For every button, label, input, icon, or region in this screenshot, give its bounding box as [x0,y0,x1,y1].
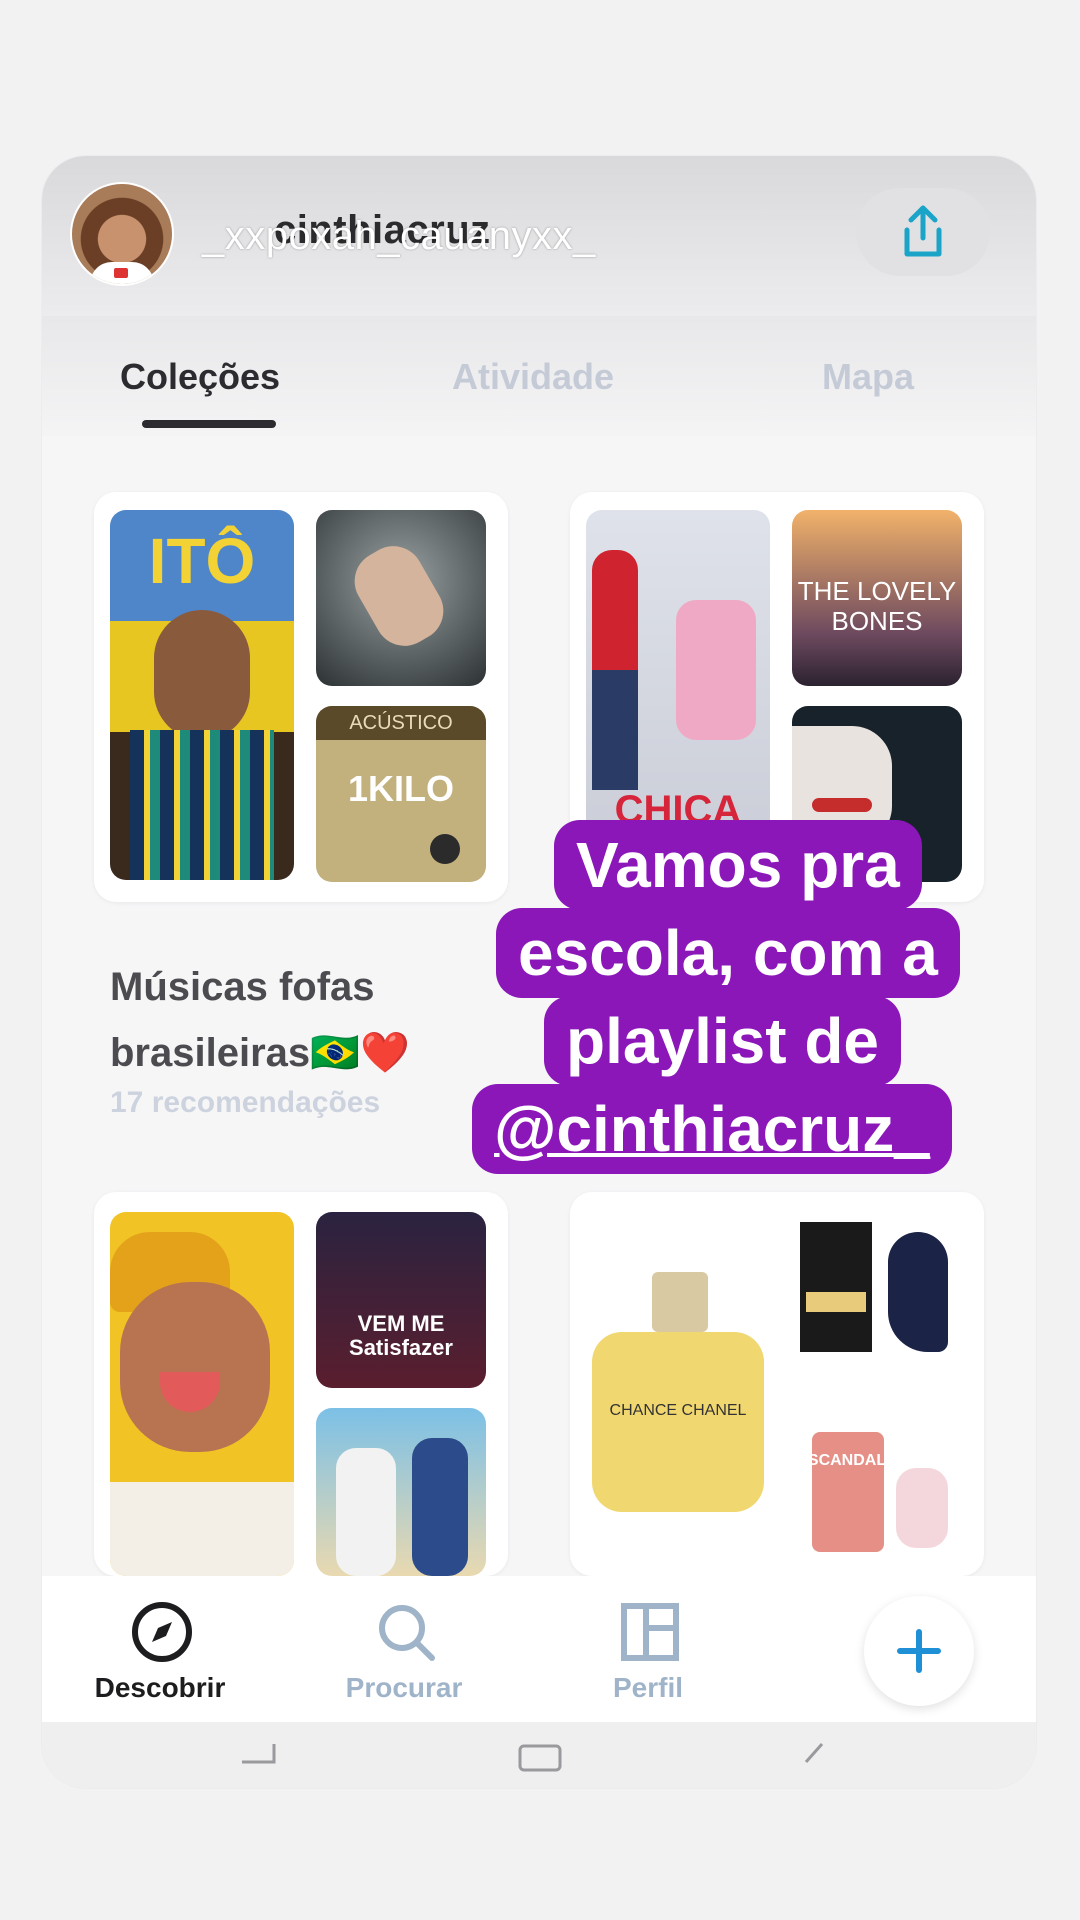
share-icon [904,205,942,257]
back-icon[interactable] [792,1740,832,1770]
sticker-line-3: playlist de [544,996,901,1086]
recent-apps-icon[interactable] [238,1742,278,1772]
tab-colecoes[interactable]: Coleções [120,356,280,398]
tab-atividade[interactable]: Atividade [452,356,614,398]
add-button[interactable] [864,1596,974,1706]
collection-cover-main [110,1212,294,1576]
sticker-line-1: Vamos pra [554,820,922,910]
collection-cover-2: THE LOVELY BONES [792,510,962,686]
system-navigation-bar [42,1722,1036,1788]
collection-cover-main: ITÔ [110,510,294,880]
collection-cover-main: CHANCE CHANEL [586,1212,770,1576]
sticker-line-2: escola, com a [496,908,960,998]
collection-card-3[interactable]: VEM ME Satisfazer [94,1192,508,1576]
plus-icon [897,1629,941,1673]
collection-count: 17 recomendações [110,1086,381,1119]
collection-card-musicas[interactable]: ITÔ ACÚSTICO 1KILO [94,492,508,902]
layout-icon [621,1603,679,1661]
collection-cover-3: SCANDAL [792,1408,962,1576]
collection-title[interactable]: Músicas fofas brasileiras🇧🇷❤️ [110,954,470,1086]
compass-icon [132,1602,192,1662]
mention-cinthiacruz[interactable]: @cinthiacruz_ [494,1093,930,1165]
collection-cover-3: ACÚSTICO 1KILO [316,706,486,882]
tab-mapa[interactable]: Mapa [822,356,914,398]
collection-cover-2 [792,1212,962,1388]
collection-card-4[interactable]: CHANCE CHANEL SCANDAL [570,1192,984,1576]
collection-cover-3 [316,1408,486,1576]
collection-cover-2: VEM ME Satisfazer [316,1212,486,1388]
share-button[interactable] [856,188,990,276]
bottom-navigation: Descobrir Procurar Perfil [42,1576,1036,1722]
story-username-overlay: _xxpoxah_cauanyxx_ [202,214,596,258]
sticker-mention[interactable]: @cinthiacruz_ [472,1084,952,1174]
profile-header: cinthiacruz _xxpoxah_cauanyxx_ [42,156,1036,316]
tab-bar: Coleções Atividade Mapa [42,316,1036,436]
collection-cover-2 [316,510,486,686]
home-icon[interactable] [518,1742,564,1772]
avatar[interactable] [72,184,172,284]
search-icon [379,1605,435,1661]
active-tab-indicator [142,420,276,428]
